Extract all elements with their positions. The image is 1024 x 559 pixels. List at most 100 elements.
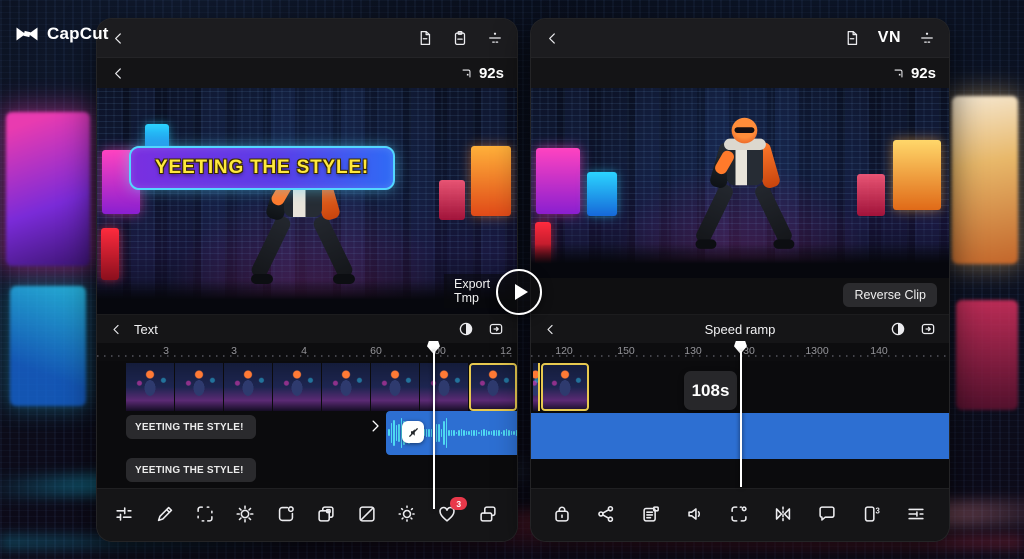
text-clip[interactable]: YEETING THE STYLE! [126,415,256,439]
ruler-tick-label: 140 [870,345,888,357]
enhance-icon [396,503,418,525]
contrast-icon[interactable] [889,320,907,338]
speed-ramp-waveform[interactable] [743,363,947,408]
right-bottom-toolbar: 3 [531,488,949,541]
ruler-tick-label: 60 [370,345,382,357]
right-tab-bar: Speed ramp [531,314,949,343]
comment-button[interactable] [816,503,840,527]
neon-billboard [471,146,511,216]
text-clip[interactable]: YEETING THE STYLE! [126,458,256,482]
timeline-thumbnail[interactable] [224,363,272,411]
captions-button[interactable] [640,503,664,527]
enhance-button[interactable] [396,503,420,527]
screen-icon[interactable] [919,320,937,338]
timeline-thumbnail[interactable] [469,363,517,411]
overlay-button[interactable] [477,503,501,527]
brand-name: CapCut [47,24,109,44]
tracks-button[interactable] [905,503,929,527]
brightness-button[interactable] [234,503,258,527]
reverse-clip-button[interactable]: Reverse Clip [843,283,937,307]
background-billboard [10,286,86,406]
file-icon[interactable] [843,29,861,47]
capcut-editor-panel: 92s YEETING THE STYLE! Export [96,18,518,542]
background-billboard [952,96,1018,264]
clip-duration-label: 108s [684,371,737,410]
chevron-right-icon[interactable] [366,417,384,435]
split-icon[interactable] [918,29,936,47]
background-billboard [956,300,1018,410]
left-nav-actions [416,29,504,47]
timeline-ruler[interactable]: 334600012 [97,343,517,361]
timeline-thumbnail[interactable] [126,363,174,411]
split-icon[interactable] [486,29,504,47]
share-button[interactable] [595,503,619,527]
file-icon[interactable] [416,29,434,47]
back-icon[interactable] [110,65,127,82]
mirror-button[interactable] [772,503,796,527]
neon-sign [101,228,119,280]
timeline-thumbnail[interactable] [322,363,370,411]
left-timeline: YEETING THE STYLE! YEETING THE STYLE! [97,361,517,491]
playhead[interactable] [734,341,747,487]
right-video-preview[interactable] [531,88,949,278]
neon-billboard [857,174,885,216]
timeline-thumbnail[interactable] [371,363,419,411]
freeze-button[interactable] [728,503,752,527]
video-track [126,363,517,411]
play-button[interactable] [496,269,542,315]
neon-billboard [536,148,580,214]
volume-icon [684,503,706,525]
lock-button[interactable] [551,503,575,527]
freeze-icon [728,503,750,525]
ruler-tick-label: 150 [617,345,635,357]
dancer-figure [692,118,797,261]
left-video-preview[interactable]: YEETING THE STYLE! Export Tmp [97,88,517,314]
right-sub-bar: 92s [531,58,949,88]
timeline-thumbnail[interactable] [175,363,223,411]
panel-title: Speed ramp [531,322,949,337]
duplicate-icon [315,503,337,525]
panel-title: Text [134,322,158,337]
left-sub-bar: 92s [97,58,517,88]
app-screenshot: CapCut 92s [0,0,1024,559]
ruler-tick-label: 3 [231,345,237,357]
ruler-tick-label: 120 [555,345,573,357]
replace-button[interactable] [275,503,299,527]
ruler-tick-label: 3 [163,345,169,357]
mute-icon [406,425,421,440]
timeline-thumbnail[interactable] [273,363,321,411]
version-button[interactable]: 3 [861,503,885,527]
adjust-button[interactable] [113,503,137,527]
background-billboard [6,112,90,266]
right-top-bar: VN [531,19,949,58]
text-overlay-banner[interactable]: YEETING THE STYLE! [129,146,395,190]
neon-billboard [439,180,465,220]
screen-icon[interactable] [487,320,505,338]
timeline-thumbnail[interactable] [533,363,540,411]
tab-actions [457,320,505,338]
mute-badge[interactable] [402,421,424,443]
crop-button[interactable] [194,503,218,527]
timeline-thumbnail[interactable] [541,363,589,411]
volume-button[interactable] [684,503,708,527]
back-icon[interactable] [109,322,124,337]
edit-button[interactable] [154,503,178,527]
duration-display: 92s [891,65,936,82]
ruler-tick-label: 12 [500,345,512,357]
left-tab-bar: Text [97,314,517,343]
clipboard-icon[interactable] [451,29,469,47]
version-icon: 3 [861,503,883,525]
replace-icon [275,503,297,525]
duration-icon [459,66,474,81]
playhead[interactable] [427,341,440,509]
contrast-icon[interactable] [457,320,475,338]
back-icon[interactable] [544,30,561,47]
video-track [533,363,590,411]
mask-icon [356,503,378,525]
back-icon[interactable] [110,30,127,47]
lock-icon [551,503,573,525]
adjust-icon [113,503,135,525]
brand: CapCut [14,24,109,44]
duplicate-button[interactable] [315,503,339,527]
mask-button[interactable] [356,503,380,527]
